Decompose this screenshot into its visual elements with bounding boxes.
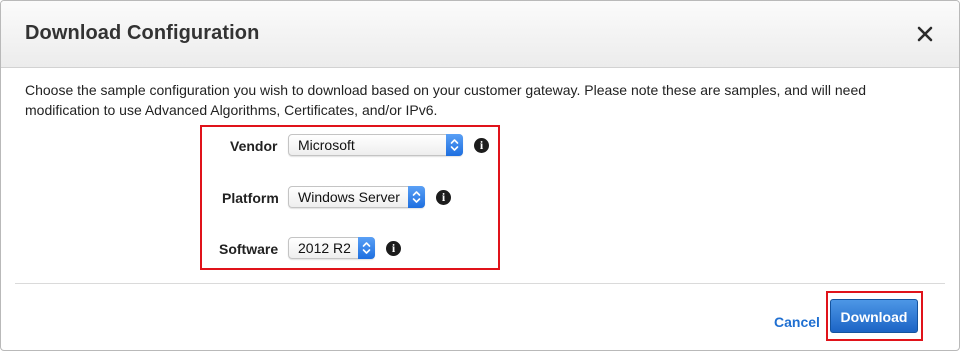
dialog-description: Choose the sample configuration you wish… [25, 82, 867, 118]
vendor-select[interactable]: Microsoft [288, 134, 463, 156]
download-button[interactable]: Download [830, 299, 918, 333]
platform-info-icon[interactable]: i [436, 190, 451, 205]
select-arrows-icon [408, 186, 425, 208]
footer-divider [15, 283, 945, 284]
download-configuration-dialog: Download Configuration Choose the sample… [0, 0, 960, 351]
select-arrows-icon [446, 134, 463, 156]
close-icon[interactable] [912, 21, 938, 47]
vendor-label: Vendor [230, 138, 278, 154]
vendor-select-value: Microsoft [298, 137, 355, 153]
vendor-info-icon[interactable]: i [474, 138, 489, 153]
software-select-value: 2012 R2 [298, 240, 351, 256]
cancel-button[interactable]: Cancel [774, 314, 820, 330]
platform-select-value: Windows Server [298, 189, 400, 205]
download-button-label: Download [840, 309, 908, 325]
select-arrows-icon [358, 237, 375, 259]
software-info-icon[interactable]: i [386, 241, 401, 256]
software-select[interactable]: 2012 R2 [288, 237, 375, 259]
platform-select[interactable]: Windows Server [288, 186, 425, 208]
dialog-header: Download Configuration [1, 1, 959, 68]
software-label: Software [219, 241, 279, 257]
platform-label: Platform [222, 190, 279, 206]
dialog-title: Download Configuration [25, 22, 260, 44]
